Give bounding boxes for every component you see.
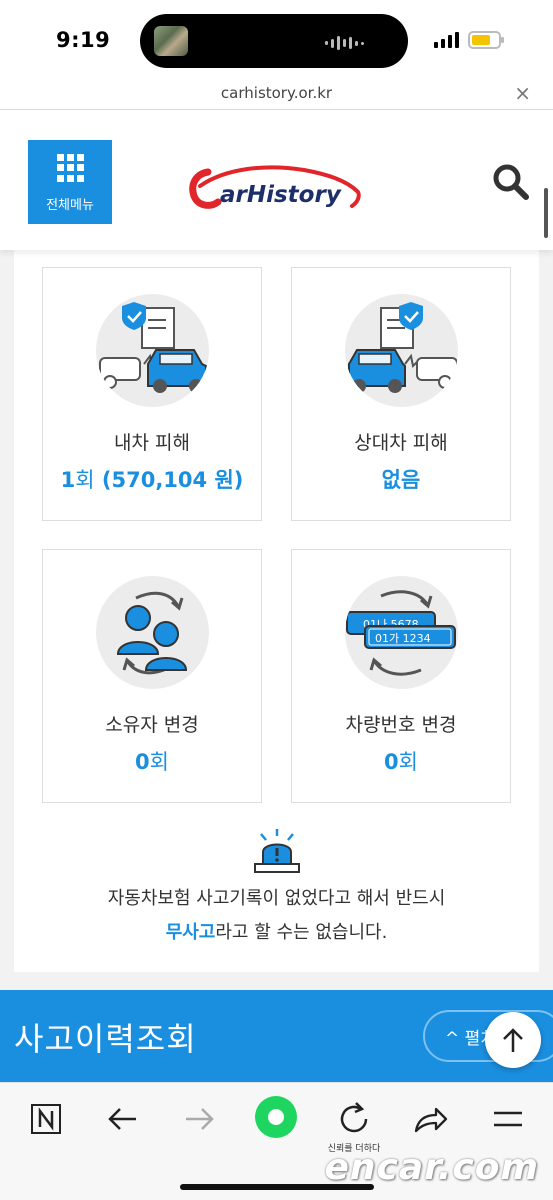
- own-damage-count: 1: [60, 468, 76, 492]
- owner-change-value: 0회: [43, 746, 261, 776]
- accident-history-banner: 사고이력조회 ^ 펼치기: [0, 990, 553, 1082]
- scroll-to-top-button[interactable]: [485, 1012, 541, 1068]
- carhistory-logo[interactable]: arHistory: [186, 162, 366, 222]
- audio-wave-icon: [325, 36, 364, 50]
- refresh-icon[interactable]: [334, 1099, 374, 1139]
- arrow-up-icon: [503, 1028, 523, 1052]
- notice-line-1: 자동차보험 사고기록이 없었다고 해서 반드시: [107, 888, 446, 909]
- all-menu-label: 전체메뉴: [46, 198, 94, 213]
- status-bar: 9:19: [0, 0, 553, 78]
- own-car-damage-icon: [96, 294, 209, 407]
- all-menu-button[interactable]: 전체메뉴: [28, 140, 112, 224]
- other-damage-title: 상대차 피해: [354, 432, 448, 454]
- notice-line-2: 무사고라고 할 수는 없습니다.: [14, 916, 539, 950]
- share-icon[interactable]: [410, 1099, 450, 1139]
- logo-wordmark: arHistory: [220, 182, 342, 208]
- plate-change-count: 0: [384, 750, 399, 774]
- signal-icon: [434, 32, 459, 48]
- owner-change-card: 소유자 변경 0회: [42, 549, 262, 803]
- address-bar[interactable]: carhistory.or.kr ×: [0, 78, 553, 110]
- owner-change-count: 0: [135, 750, 150, 774]
- banner-title: 사고이력조회: [14, 1020, 197, 1058]
- notice-line-2-rest: 라고 할 수는 없습니다.: [215, 922, 388, 943]
- own-damage-title: 내차 피해: [114, 432, 190, 454]
- battery-icon: [468, 31, 504, 49]
- plate-change-title: 차량번호 변경: [345, 714, 457, 736]
- owner-change-icon: [96, 576, 209, 689]
- site-header: 전체메뉴 arHistory: [0, 110, 553, 250]
- naver-home-icon[interactable]: [26, 1099, 66, 1139]
- other-car-damage-icon: [345, 294, 458, 407]
- accident-summary-panel: 내차 피해 1회 (570,104 원) 상대차 피해 없음 소유자 변경 0회…: [14, 250, 539, 972]
- forward-arrow-icon[interactable]: [180, 1099, 220, 1139]
- browser-toolbar: 신뢰를 더하다 encar.com: [0, 1082, 553, 1200]
- other-damage-value: 없음: [381, 468, 421, 492]
- plate-change-card: 01나 5678 01가 1234 차량번호 변경 0회: [291, 549, 511, 803]
- no-accident-notice: 자동차보험 사고기록이 없었다고 해서 반드시 무사고라고 할 수는 없습니다.: [14, 882, 539, 950]
- search-icon[interactable]: [491, 162, 531, 202]
- close-icon[interactable]: ×: [514, 81, 531, 105]
- own-damage-amount: (570,104 원): [94, 468, 244, 492]
- plate-change-icon: 01나 5678 01가 1234: [345, 576, 458, 689]
- plate-front-text: 01가 1234: [375, 632, 431, 645]
- back-arrow-icon[interactable]: [102, 1099, 142, 1139]
- page-scrollbar[interactable]: [544, 188, 548, 238]
- status-time: 9:19: [56, 28, 111, 52]
- notice-highlight: 무사고: [165, 922, 216, 943]
- other-damage-card: 상대차 피해 없음: [291, 267, 511, 521]
- siren-icon: [251, 828, 303, 874]
- plate-change-value: 0회: [292, 746, 510, 776]
- owner-change-count-unit: 회: [149, 750, 169, 774]
- grid-menu-icon: [57, 154, 85, 182]
- address-url[interactable]: carhistory.or.kr: [0, 84, 553, 102]
- own-damage-count-unit: 회: [75, 468, 95, 492]
- hamburger-menu-icon[interactable]: [488, 1099, 528, 1139]
- now-playing-thumbnail: [154, 26, 188, 56]
- owner-change-title: 소유자 변경: [105, 714, 199, 736]
- own-damage-card: 내차 피해 1회 (570,104 원): [42, 267, 262, 521]
- main-content: 내차 피해 1회 (570,104 원) 상대차 피해 없음 소유자 변경 0회…: [0, 250, 553, 990]
- own-damage-value: 1회 (570,104 원): [43, 464, 261, 494]
- dynamic-island: [140, 14, 408, 68]
- plate-change-count-unit: 회: [398, 750, 418, 774]
- encar-watermark: encar.com: [324, 1147, 539, 1188]
- green-dot-menu-icon[interactable]: [254, 1095, 298, 1139]
